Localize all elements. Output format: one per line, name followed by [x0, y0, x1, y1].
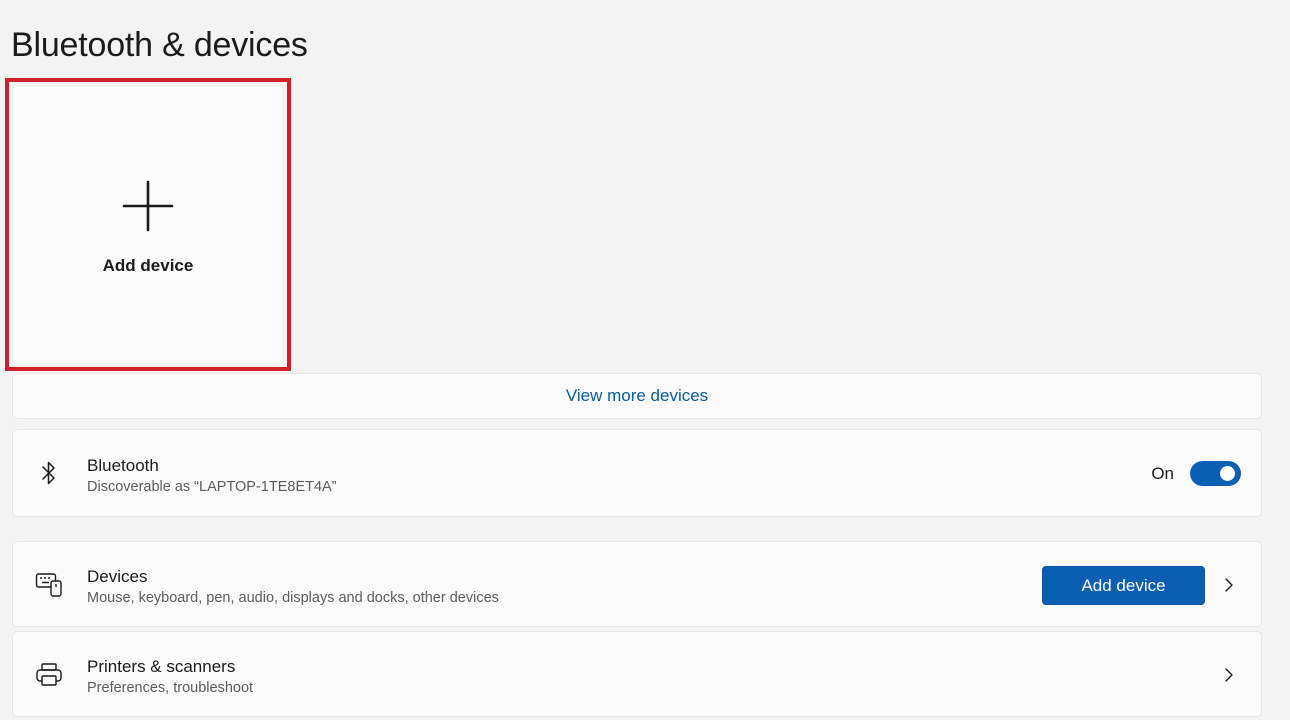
bluetooth-row: Bluetooth Discoverable as “LAPTOP-1TE8ET…: [12, 429, 1262, 517]
devices-subtitle: Mouse, keyboard, pen, audio, displays an…: [87, 590, 499, 606]
add-device-tile[interactable]: Add device: [14, 87, 282, 363]
bluetooth-toggle[interactable]: [1190, 461, 1241, 486]
chevron-right-icon[interactable]: [1221, 667, 1237, 683]
add-device-button[interactable]: Add device: [1042, 566, 1205, 605]
add-device-tile-label: Add device: [102, 256, 194, 275]
toggle-knob: [1220, 466, 1235, 481]
printers-title: Printers & scanners: [87, 657, 236, 676]
view-more-devices-button[interactable]: View more devices: [12, 373, 1262, 419]
bluetooth-toggle-label: On: [1151, 463, 1174, 483]
bluetooth-toggle-group: On: [1151, 461, 1241, 486]
view-more-devices-label: View more devices: [565, 386, 709, 405]
settings-page: Bluetooth & devices Add device View more…: [0, 0, 1290, 720]
plus-icon: [122, 180, 174, 232]
printers-subtitle: Preferences, troubleshoot: [87, 680, 254, 696]
printers-text: Printers & scanners Preferences, trouble…: [87, 656, 253, 698]
bluetooth-text: Bluetooth Discoverable as “LAPTOP-1TE8ET…: [87, 455, 337, 497]
printer-icon: [35, 661, 63, 689]
devices-row[interactable]: Devices Mouse, keyboard, pen, audio, dis…: [12, 541, 1262, 627]
printers-row[interactable]: Printers & scanners Preferences, trouble…: [12, 631, 1262, 717]
keyboard-devices-icon: [35, 571, 63, 599]
devices-text: Devices Mouse, keyboard, pen, audio, dis…: [87, 566, 499, 608]
bluetooth-subtitle: Discoverable as “LAPTOP-1TE8ET4A”: [87, 479, 337, 495]
page-title: Bluetooth & devices: [11, 26, 308, 64]
bluetooth-title: Bluetooth: [87, 456, 159, 475]
devices-title: Devices: [87, 567, 148, 586]
bluetooth-icon: [35, 459, 63, 487]
chevron-right-icon[interactable]: [1221, 577, 1237, 593]
